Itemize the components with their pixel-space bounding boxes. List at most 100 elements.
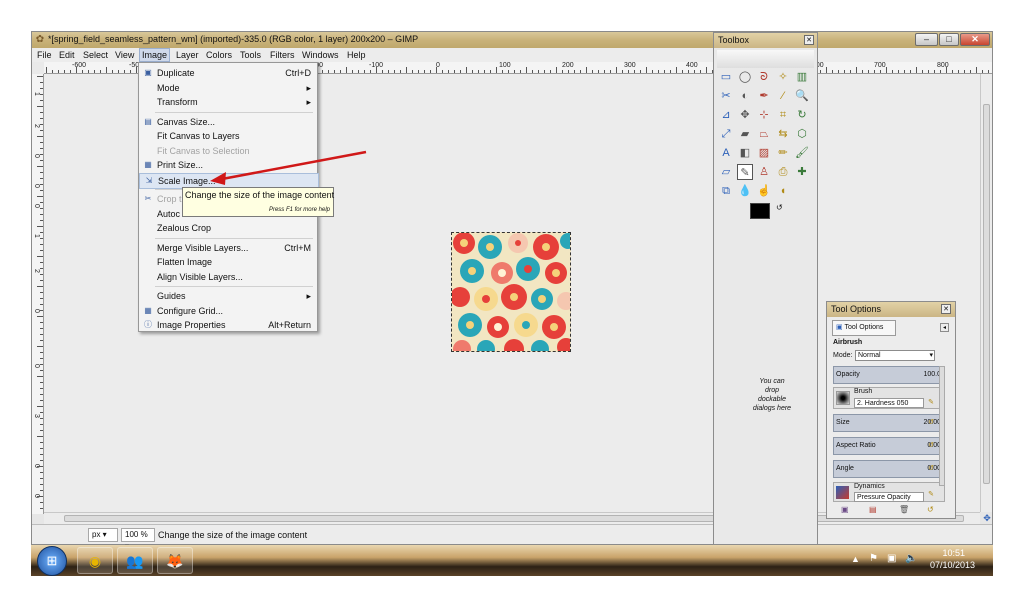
airbrush-icon[interactable]: ✎: [737, 164, 753, 180]
color-select-icon[interactable]: ▥: [794, 69, 810, 85]
menu-item-fit-canvas-to-layers[interactable]: Fit Canvas to Layers: [139, 129, 317, 143]
vertical-scroll-thumb[interactable]: [983, 104, 990, 484]
menu-tools[interactable]: Tools: [240, 50, 261, 60]
ellipse-select-icon[interactable]: ◯: [737, 69, 753, 85]
ink-icon[interactable]: ♙: [756, 164, 772, 180]
dynamics-preview-icon[interactable]: [836, 486, 849, 499]
swap-colors-icon[interactable]: ↺: [776, 203, 783, 212]
volume-icon[interactable]: 🔈: [905, 553, 917, 564]
heal-icon[interactable]: ✚: [794, 164, 810, 180]
navigate-icon[interactable]: ✥: [982, 513, 992, 523]
paintbrush-icon[interactable]: 🖌: [794, 145, 810, 161]
save-options-icon[interactable]: ▣: [841, 505, 849, 514]
opacity-slider[interactable]: Opacity 100.0: [833, 366, 945, 384]
mode-select[interactable]: Normal ▾: [855, 350, 935, 361]
brush-name-field[interactable]: 2. Hardness 050: [854, 398, 924, 408]
network-icon[interactable]: ▣: [887, 553, 896, 564]
tab-menu-icon[interactable]: ◂: [940, 323, 949, 332]
foreground-select-icon[interactable]: ◐: [737, 88, 753, 104]
pencil-icon[interactable]: ✏: [775, 145, 791, 161]
clock-date[interactable]: 07/10/2013: [930, 560, 975, 570]
menu-item-transform[interactable]: Transform ▸: [139, 95, 317, 109]
menu-item-align-visible-layers[interactable]: Align Visible Layers...: [139, 270, 317, 284]
foreground-color-swatch[interactable]: [750, 203, 770, 219]
menu-item-canvas-size[interactable]: ▤ Canvas Size...: [139, 115, 317, 129]
restore-options-icon[interactable]: ▤: [869, 505, 877, 514]
perspective-icon[interactable]: ⏢: [756, 126, 772, 142]
eraser-icon[interactable]: ▱: [718, 164, 734, 180]
menu-file[interactable]: File: [37, 50, 52, 60]
align-icon[interactable]: ⊹: [756, 107, 772, 123]
cage-icon[interactable]: ⬡: [794, 126, 810, 142]
move-icon[interactable]: ✥: [737, 107, 753, 123]
delete-options-icon[interactable]: 🗑: [899, 505, 909, 514]
ruler-corner[interactable]: [32, 62, 44, 74]
fuzzy-select-icon[interactable]: ✧: [775, 69, 791, 85]
tab-tool-options[interactable]: ▣ Tool Options: [832, 320, 896, 336]
menu-layer[interactable]: Layer: [176, 50, 199, 60]
color-picker-icon[interactable]: ⁄: [775, 88, 791, 104]
smudge-icon[interactable]: ☝: [756, 183, 772, 199]
dynamics-edit-icon[interactable]: ✎: [926, 490, 936, 500]
aspect-reset-icon[interactable]: ↺: [926, 441, 936, 451]
text-icon[interactable]: A: [718, 145, 734, 161]
taskbar-gimp-button[interactable]: 🦊: [157, 547, 193, 574]
shear-icon[interactable]: ▰: [737, 126, 753, 142]
brush-preview[interactable]: [836, 391, 850, 405]
angle-reset-icon[interactable]: ↺: [926, 464, 936, 474]
perspective-clone-icon[interactable]: ⧉: [718, 183, 734, 199]
menu-windows[interactable]: Windows: [302, 50, 339, 60]
menu-view[interactable]: View: [115, 50, 134, 60]
menu-item-duplicate[interactable]: ▣ Duplicate Ctrl+D: [139, 66, 317, 80]
tray-expand-icon[interactable]: ▲: [851, 554, 860, 564]
toolbox-close-icon[interactable]: ✕: [804, 35, 814, 45]
paths-icon[interactable]: ✒: [756, 88, 772, 104]
rotate-icon[interactable]: ↻: [794, 107, 810, 123]
taskbar-people-button[interactable]: 👥: [117, 547, 153, 574]
dynamics-name-field[interactable]: Pressure Opacity: [854, 492, 924, 502]
menu-colors[interactable]: Colors: [206, 50, 232, 60]
bucket-fill-icon[interactable]: ◧: [737, 145, 753, 161]
scissors-icon[interactable]: ✂: [718, 88, 734, 104]
size-reset-icon[interactable]: ↺: [926, 418, 936, 428]
menu-item-flatten-image[interactable]: Flatten Image: [139, 255, 317, 269]
free-select-icon[interactable]: ᘐ: [756, 69, 772, 85]
menu-help[interactable]: Help: [347, 50, 366, 60]
blend-icon[interactable]: ▨: [756, 145, 772, 161]
toolbox-wilber-drop-area[interactable]: [717, 50, 814, 68]
tool-options-scrollbar[interactable]: [939, 366, 945, 486]
taskbar-chrome-button[interactable]: ◉: [77, 547, 113, 574]
menu-item-guides[interactable]: Guides ▸: [139, 289, 317, 303]
brush-edit-icon[interactable]: ✎: [926, 398, 936, 408]
menu-item-zealous-crop[interactable]: Zealous Crop: [139, 221, 317, 235]
toolbox-title-bar[interactable]: Toolbox ✕: [714, 33, 817, 48]
menu-item-mode[interactable]: Mode ▸: [139, 81, 317, 95]
menu-select[interactable]: Select: [83, 50, 108, 60]
title-bar[interactable]: ✿ *[spring_field_seamless_pattern_wm] (i…: [32, 32, 992, 48]
maximize-button[interactable]: □: [939, 33, 959, 46]
menu-edit[interactable]: Edit: [59, 50, 75, 60]
flip-icon[interactable]: ⇆: [775, 126, 791, 142]
vertical-scrollbar[interactable]: [980, 74, 992, 512]
unit-select[interactable]: px ▾: [88, 528, 118, 542]
measure-icon[interactable]: ⊿: [718, 107, 734, 123]
minimize-button[interactable]: –: [915, 33, 938, 46]
start-button[interactable]: ⊞: [37, 546, 67, 576]
tool-options-close-icon[interactable]: ✕: [941, 304, 951, 314]
zoom-icon[interactable]: 🔍: [794, 88, 810, 104]
menu-item-merge-visible-layers[interactable]: Merge Visible Layers... Ctrl+M: [139, 241, 317, 255]
reset-options-icon[interactable]: ↺: [927, 505, 934, 514]
dodge-burn-icon[interactable]: ◖: [775, 183, 791, 199]
scale-icon[interactable]: ⤢: [718, 126, 734, 142]
close-button[interactable]: ✕: [960, 33, 990, 46]
menu-item-image-properties[interactable]: ⓘ Image Properties Alt+Return: [139, 318, 317, 332]
vertical-ruler[interactable]: 120001200300: [32, 74, 44, 514]
clone-icon[interactable]: ⎙: [775, 164, 791, 180]
menu-image[interactable]: Image: [139, 48, 171, 62]
action-center-flag-icon[interactable]: ⚑: [869, 553, 878, 564]
blur-icon[interactable]: 💧: [737, 183, 753, 199]
menu-filters[interactable]: Filters: [270, 50, 295, 60]
menu-item-configure-grid[interactable]: ▦ Configure Grid...: [139, 304, 317, 318]
crop-tool-icon[interactable]: ⌗: [775, 107, 791, 123]
canvas-image-pattern[interactable]: [451, 232, 571, 352]
